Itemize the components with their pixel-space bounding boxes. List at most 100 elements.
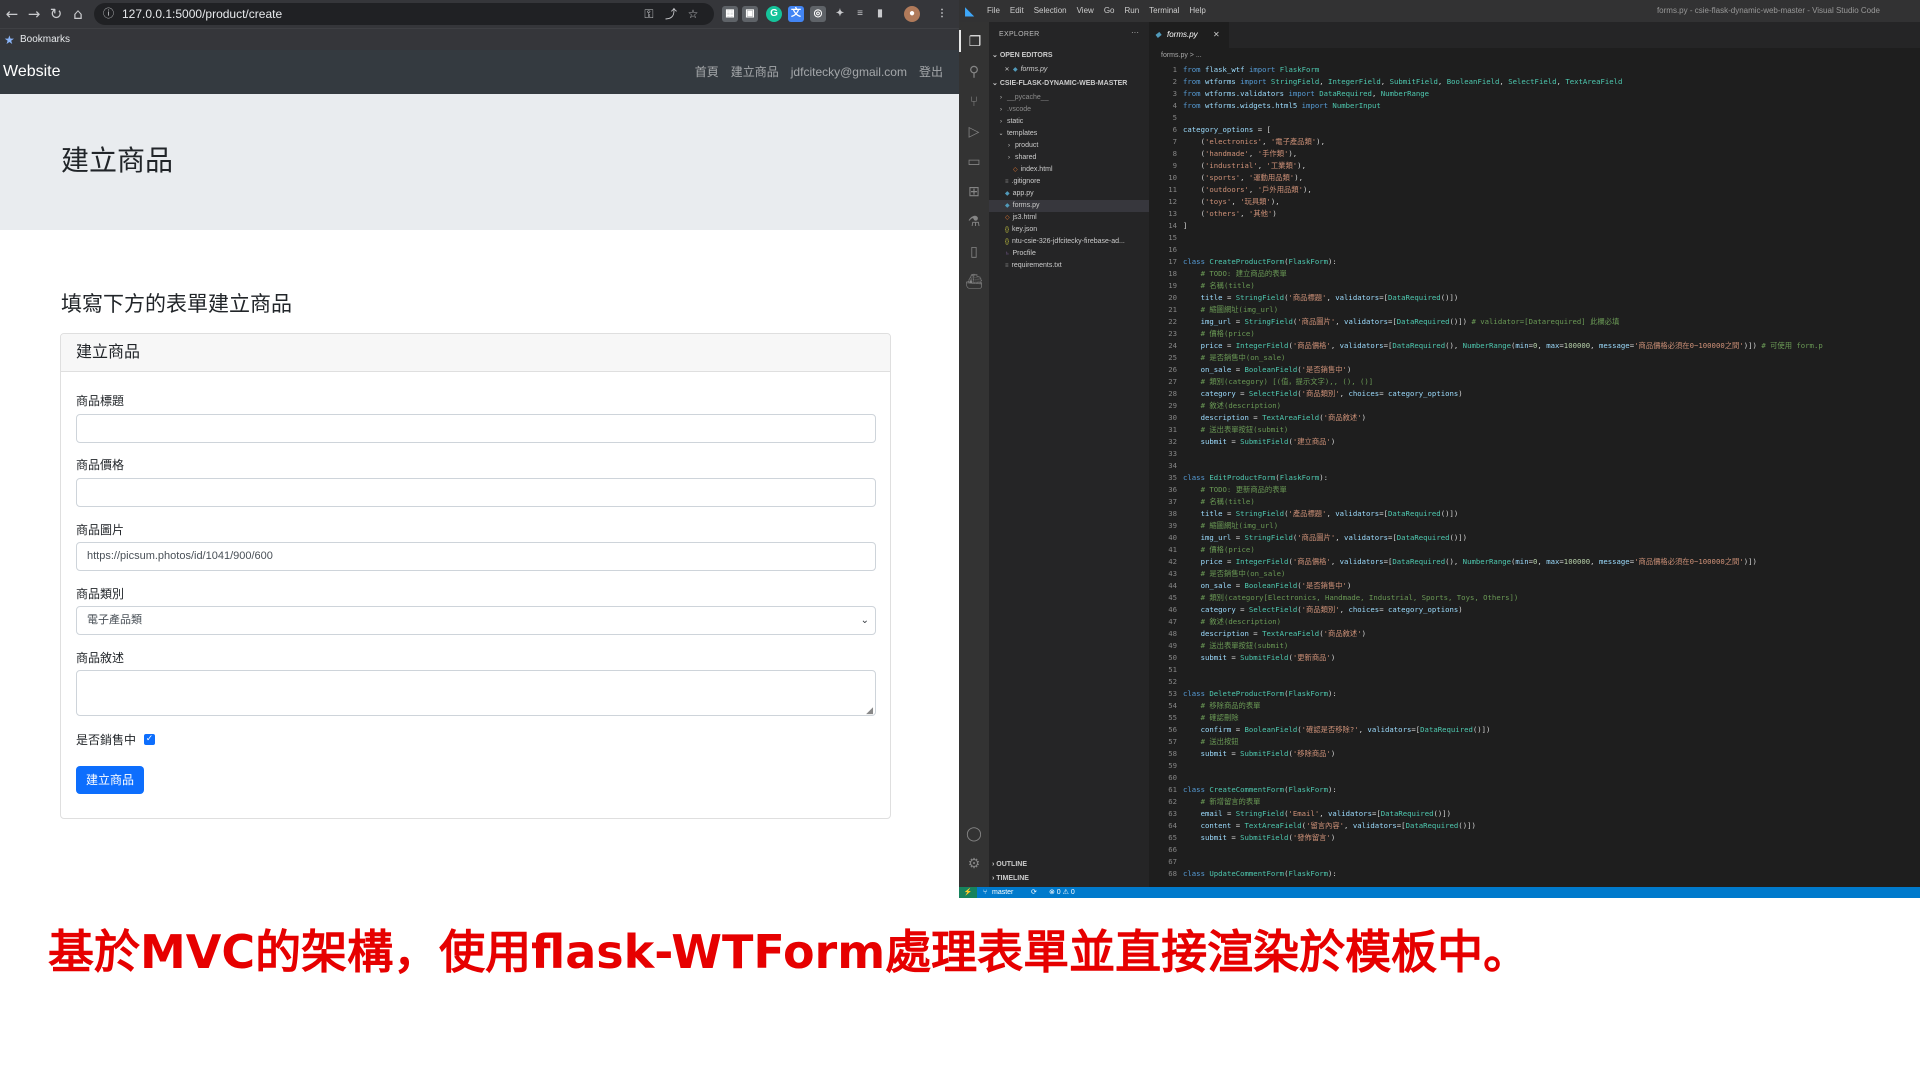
- tree-item[interactable]: › .vscode: [997, 104, 1031, 116]
- code-line[interactable]: img_url = StringField('商品圖片', validators…: [1183, 532, 1468, 544]
- tree-item[interactable]: › product: [1005, 140, 1038, 152]
- gear-icon[interactable]: ⚙: [959, 852, 989, 874]
- source-control-icon[interactable]: ⑂: [959, 90, 989, 112]
- category-select[interactable]: 電子產品類 ⌄: [76, 606, 876, 635]
- code-line[interactable]: ('industrial', '工業類'),: [1183, 160, 1306, 172]
- menu-file[interactable]: File: [987, 0, 1000, 22]
- extension-icon[interactable]: ▣: [742, 6, 758, 22]
- sidepanel-icon[interactable]: ▮: [872, 6, 888, 22]
- media-icon[interactable]: ≡: [852, 6, 868, 22]
- code-line[interactable]: ('electronics', '電子產品類'),: [1183, 136, 1325, 148]
- bookmark-star-icon[interactable]: ☆: [684, 5, 702, 23]
- code-line[interactable]: # 名稱(title): [1183, 280, 1255, 292]
- code-line[interactable]: ('handmade', '手作類'),: [1183, 148, 1298, 160]
- bookmarks-label[interactable]: Bookmarks: [20, 29, 70, 51]
- code-line[interactable]: ('sports', '運動用品類'),: [1183, 172, 1303, 184]
- code-line[interactable]: price = IntegerField('商品價格', validators=…: [1183, 340, 1823, 352]
- branch-icon[interactable]: ⑂: [983, 887, 987, 898]
- code-line[interactable]: # 名稱(title): [1183, 496, 1255, 508]
- code-line[interactable]: # 送出表單按鈕(submit): [1183, 424, 1289, 436]
- tree-item[interactable]: ⌄ templates: [997, 128, 1037, 140]
- menu-edit[interactable]: Edit: [1010, 0, 1024, 22]
- tree-item[interactable]: › static: [997, 116, 1023, 128]
- nav-user-email[interactable]: jdfcitecky@gmail.com: [791, 50, 907, 94]
- code-line[interactable]: # 縮圖網址(img_url): [1183, 304, 1279, 316]
- tree-item[interactable]: ◇ js3.html: [1005, 212, 1037, 224]
- code-line[interactable]: img_url = StringField('商品圖片', validators…: [1183, 316, 1620, 328]
- more-actions-icon[interactable]: ···: [1131, 28, 1139, 38]
- code-line[interactable]: # 是否銷售中(on_sale): [1183, 568, 1286, 580]
- url-text[interactable]: 127.0.0.1:5000/product/create: [122, 3, 282, 25]
- on-sale-checkbox[interactable]: ✓: [144, 734, 155, 745]
- back-icon[interactable]: ←: [2, 4, 22, 24]
- code-line[interactable]: category = SelectField('商品類別', choices= …: [1183, 604, 1463, 616]
- home-icon[interactable]: ⌂: [68, 4, 88, 24]
- search-icon[interactable]: ⚲: [959, 60, 989, 82]
- puzzle-icon[interactable]: ✦: [832, 6, 848, 22]
- code-line[interactable]: # 敘述(description): [1183, 400, 1282, 412]
- code-line[interactable]: from wtforms.widgets.html5 import Number…: [1183, 100, 1381, 112]
- share-icon[interactable]: ⤴: [662, 5, 680, 23]
- price-input[interactable]: [76, 478, 876, 507]
- code-line[interactable]: description = TextAreaField('商品敘述'): [1183, 412, 1366, 424]
- avatar[interactable]: ●: [904, 6, 920, 22]
- forward-icon[interactable]: →: [24, 4, 44, 24]
- nav-create-product[interactable]: 建立商品: [731, 50, 779, 94]
- address-bar[interactable]: ⓘ 127.0.0.1:5000/product/create ⚿ ⤴ ☆: [94, 3, 714, 25]
- status-branch[interactable]: master: [992, 887, 1013, 898]
- code-line[interactable]: class CreateProductForm(FlaskForm):: [1183, 256, 1337, 268]
- code-line[interactable]: ]: [1183, 220, 1187, 232]
- tree-item[interactable]: › __pycache__: [997, 92, 1049, 104]
- code-line[interactable]: # TODO: 更新商品的表單: [1183, 484, 1287, 496]
- code-line[interactable]: # 縮圖網址(img_url): [1183, 520, 1279, 532]
- tree-item[interactable]: ♄ Procfile: [1005, 248, 1036, 260]
- code-line[interactable]: content = TextAreaField('留言內容', validato…: [1183, 820, 1476, 832]
- code-line[interactable]: submit = SubmitField('更新商品'): [1183, 652, 1336, 664]
- code-line[interactable]: price = IntegerField('商品價格', validators=…: [1183, 556, 1757, 568]
- code-line[interactable]: class EditProductForm(FlaskForm):: [1183, 472, 1328, 484]
- site-info-icon[interactable]: ⓘ: [103, 6, 114, 22]
- reload-icon[interactable]: ↻: [46, 4, 66, 24]
- open-editor-item[interactable]: ✕ ◆ forms.py: [1003, 64, 1047, 76]
- menu-go[interactable]: Go: [1104, 0, 1115, 22]
- remote-explorer-icon[interactable]: ▭: [959, 150, 989, 172]
- code-line[interactable]: submit = SubmitField('移除商品'): [1183, 748, 1336, 760]
- sync-icon[interactable]: ⟳: [1031, 887, 1037, 898]
- menu-run[interactable]: Run: [1124, 0, 1139, 22]
- status-problems[interactable]: ⊗ 0 ⚠ 0: [1049, 887, 1075, 898]
- code-line[interactable]: from flask_wtf import FlaskForm: [1183, 64, 1319, 76]
- code-line[interactable]: # 類別(category[Electronics, Handmade, Ind…: [1183, 592, 1519, 604]
- bookmark-icon[interactable]: ▯: [959, 240, 989, 262]
- menu-view[interactable]: View: [1077, 0, 1094, 22]
- tree-item[interactable]: › shared: [1005, 152, 1036, 164]
- code-line[interactable]: # 價格(price): [1183, 328, 1255, 340]
- menu-terminal[interactable]: Terminal: [1149, 0, 1179, 22]
- account-icon[interactable]: ◯: [959, 822, 989, 844]
- extension-icon[interactable]: ◎: [810, 6, 826, 22]
- menu-help[interactable]: Help: [1189, 0, 1205, 22]
- explorer-icon[interactable]: ❐: [959, 30, 989, 52]
- code-line[interactable]: ('others', '其他'): [1183, 208, 1277, 220]
- code-line[interactable]: from wtforms import StringField, Integer…: [1183, 76, 1622, 88]
- brand-link[interactable]: Website: [3, 50, 61, 94]
- code-line[interactable]: # 送出按鈕: [1183, 736, 1239, 748]
- remote-icon[interactable]: ⚡: [959, 887, 977, 898]
- outline-section[interactable]: › OUTLINE: [992, 860, 1027, 870]
- code-line[interactable]: # 類別(category) [(值，提示文字),, (), ()]: [1183, 376, 1374, 388]
- open-editors-section[interactable]: ⌄ OPEN EDITORS: [992, 51, 1053, 61]
- image-url-input[interactable]: https://picsum.photos/id/1041/900/600: [76, 542, 876, 571]
- menu-selection[interactable]: Selection: [1034, 0, 1067, 22]
- code-line[interactable]: # 價格(price): [1183, 544, 1255, 556]
- docker-icon[interactable]: ⛴: [959, 270, 989, 292]
- code-line[interactable]: description = TextAreaField('商品敘述'): [1183, 628, 1366, 640]
- resize-grip-icon[interactable]: ◢: [866, 705, 873, 715]
- code-line[interactable]: # 確認刪除: [1183, 712, 1239, 724]
- code-line[interactable]: # 是否銷售中(on_sale): [1183, 352, 1286, 364]
- translate-icon[interactable]: 文: [788, 6, 804, 22]
- create-product-button[interactable]: 建立商品: [76, 766, 144, 794]
- code-line[interactable]: email = StringField('Email', validators=…: [1183, 808, 1451, 820]
- code-line[interactable]: confirm = BooleanField('確認是否移除?', valida…: [1183, 724, 1491, 736]
- nav-logout[interactable]: 登出: [919, 50, 943, 94]
- tab-forms-py[interactable]: ◆ forms.py ✕: [1149, 22, 1229, 48]
- code-line[interactable]: class CreateCommentForm(FlaskForm):: [1183, 784, 1337, 796]
